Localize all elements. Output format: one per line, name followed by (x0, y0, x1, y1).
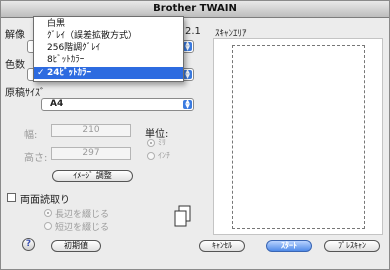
scan-area-preview[interactable] (213, 38, 383, 235)
color-label: 色数 (5, 60, 25, 71)
window-title: Brother TWAIN (153, 3, 237, 14)
select-arrows-icon: ▲ ▼ (183, 41, 192, 51)
unit-mm-radio[interactable] (147, 139, 155, 147)
color-dropdown-menu: 白黒 ｸﾞﾚｲ（誤差拡散方式） 256階調ｸﾞﾚｲ 8ﾋﾞｯﾄｶﾗｰ ✓ 24ﾋ… (33, 16, 184, 82)
unit-inch-radio[interactable] (147, 152, 155, 160)
long-edge-radio[interactable] (44, 209, 52, 217)
prescan-button[interactable]: ﾌﾟﾚｽｷｬﾝ (324, 240, 380, 252)
width-label: 幅: (24, 130, 38, 141)
long-edge-label: 長辺を綴じる (55, 210, 110, 220)
width-field[interactable]: 210 (51, 124, 131, 137)
menu-item-24bit-color[interactable]: ✓ 24ﾋﾞｯﾄｶﾗｰ (34, 67, 183, 79)
height-label: 高さ: (24, 153, 48, 164)
duplex-checkbox[interactable] (7, 193, 16, 202)
menu-item-label: 24ﾋﾞｯﾄｶﾗｰ (47, 68, 92, 78)
duplex-label: 両面読取り (20, 195, 70, 206)
menu-item-gray-error-diffusion[interactable]: ｸﾞﾚｲ（誤差拡散方式） (34, 30, 183, 42)
scan-page-outline[interactable] (232, 45, 365, 229)
paper-size-label: 原稿ｻｲｽﾞ (5, 88, 45, 99)
cancel-button[interactable]: ｷｬﾝｾﾙ (199, 240, 245, 252)
duplex-pages-icon (174, 205, 191, 227)
short-edge-label: 短辺を綴じる (55, 223, 110, 233)
height-field[interactable]: 297 (51, 147, 131, 160)
menu-item-256-gray[interactable]: 256階調ｸﾞﾚｲ (34, 42, 183, 54)
checkmark-icon: ✓ (37, 68, 45, 78)
brother-twain-window: Brother TWAIN 解像 2.1 色数 ▲ ▼ ▲ ▼ 原稿ｻｲｽﾞ A4 … (0, 0, 390, 270)
paper-size-select[interactable]: A4 ▲ ▼ (41, 98, 194, 111)
start-button[interactable]: ｽﾀｰﾄ (266, 240, 312, 252)
menu-item-8bit-color[interactable]: 8ﾋﾞｯﾄｶﾗｰ (34, 54, 183, 66)
resolution-label: 解像 (5, 30, 25, 41)
unit-inch-label: ｲﾝﾁ (158, 151, 170, 160)
select-arrows-icon: ▲ ▼ (183, 99, 192, 109)
menu-item-monochrome[interactable]: 白黒 (34, 18, 183, 30)
short-edge-radio[interactable] (44, 222, 52, 230)
unit-mm-label: ﾐﾘ (158, 138, 166, 147)
select-arrows-icon: ▲ ▼ (183, 69, 192, 79)
paper-size-value: A4 (50, 99, 64, 109)
default-button[interactable]: 初期値 (51, 240, 101, 252)
help-button[interactable]: ? (22, 238, 35, 251)
resolution-value-suffix: 2.1 (185, 26, 201, 37)
image-adjust-button[interactable]: ｲﾒｰｼﾞ 調整 (52, 170, 133, 182)
